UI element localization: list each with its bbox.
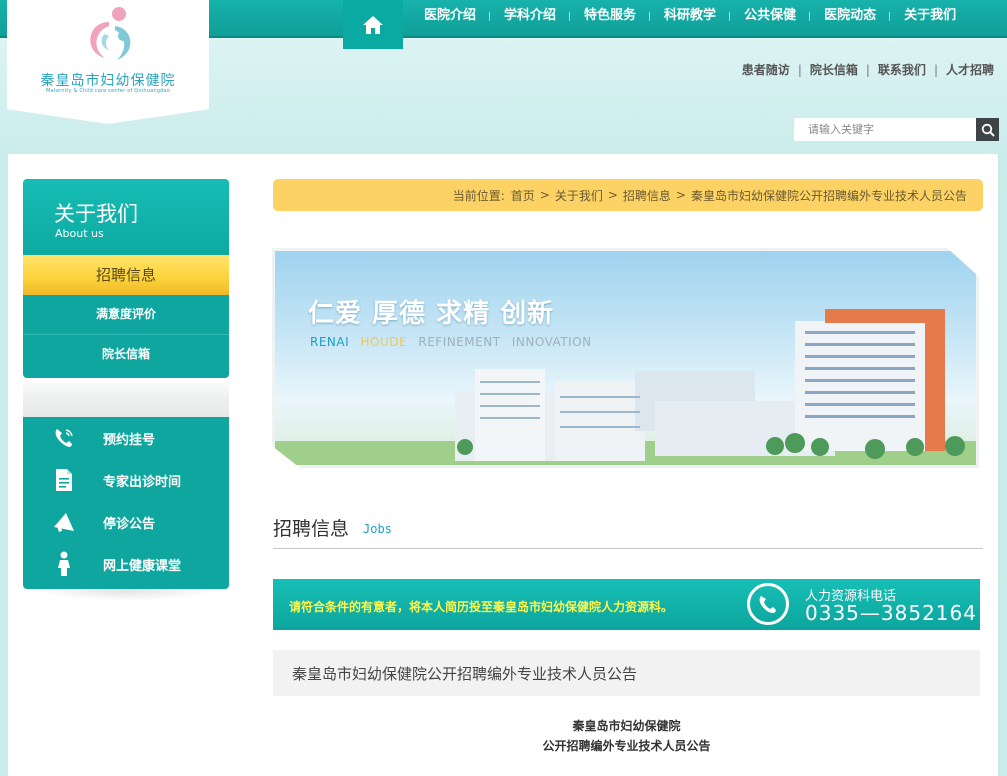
sidebar-header: 关于我们 About us xyxy=(23,179,229,255)
link-contact-us[interactable]: 联系我们 xyxy=(878,61,926,78)
breadcrumb-separator: > xyxy=(607,188,618,202)
home-icon xyxy=(363,15,383,34)
sidebar-shadow xyxy=(33,589,219,601)
quick-link-label: 预约挂号 xyxy=(103,432,156,448)
link-separator: | xyxy=(865,62,870,77)
section-divider xyxy=(273,548,983,549)
search-icon xyxy=(981,123,995,137)
sidebar-divider xyxy=(23,378,229,417)
link-patient-followup[interactable]: 患者随访 xyxy=(742,61,790,78)
banner-english-slogan: RENAI HOUDE REFINEMENT INNOVATION xyxy=(310,335,599,349)
search-input[interactable] xyxy=(794,118,976,141)
article-heading-line1: 秦皇岛市妇幼保健院 xyxy=(572,719,681,733)
phone-icon xyxy=(747,583,789,625)
sidebar-item-satisfaction[interactable]: 满意度评价 xyxy=(23,295,229,335)
banner-word-innovation: INNOVATION xyxy=(511,335,592,349)
section-subtitle: Jobs xyxy=(363,522,392,536)
nav-item-hospital-news[interactable]: 医院动态 xyxy=(809,0,890,32)
link-recruitment[interactable]: 人才招聘 xyxy=(946,61,994,78)
quick-link-suspension-notice[interactable]: 停诊公告 xyxy=(23,501,229,543)
quick-links: 预约挂号 专家出诊时间 停诊公告 网上健康课堂 xyxy=(23,417,229,589)
link-director-mailbox[interactable]: 院长信箱 xyxy=(810,61,858,78)
sidebar-item-director-mailbox[interactable]: 院长信箱 xyxy=(23,335,229,375)
notice-text: 请符合条件的有意者，将本人简历投至秦皇岛市妇幼保健院人力资源科。 xyxy=(289,600,674,614)
article-title: 秦皇岛市妇幼保健院公开招聘编外专业技术人员公告 xyxy=(292,665,638,683)
nav-item-about-us[interactable]: 关于我们 xyxy=(889,0,970,32)
logo-mark-icon xyxy=(90,7,131,60)
phone-number: 0335—3852164 xyxy=(805,601,977,625)
breadcrumb-item-home[interactable]: 首页 xyxy=(511,187,535,204)
nav-item-research-teaching[interactable]: 科研教学 xyxy=(649,0,730,32)
breadcrumb: 当前位置: 首页 > 关于我们 > 招聘信息 > 秦皇岛市妇幼保健院公开招聘编外… xyxy=(273,179,983,211)
quick-link-health-class[interactable]: 网上健康课堂 xyxy=(23,543,229,585)
breadcrumb-item-jobs[interactable]: 招聘信息 xyxy=(623,187,671,204)
breadcrumb-item-about-us[interactable]: 关于我们 xyxy=(555,187,603,204)
person-icon xyxy=(51,551,77,577)
logo-english-name: Maternity & Child care center of Qinhuan… xyxy=(46,88,170,94)
hero-banner: 仁爱 厚德 求精 创新 RENAI HOUDE REFINEMENT INNOV… xyxy=(262,240,982,472)
link-separator: | xyxy=(797,62,802,77)
logo-chinese-name: 秦皇岛市妇幼保健院 xyxy=(40,73,176,89)
contact-notice: 请符合条件的有意者，将本人简历投至秦皇岛市妇幼保健院人力资源科。 人力资源科电话… xyxy=(273,579,980,630)
search-button[interactable] xyxy=(976,118,999,141)
section-title: 招聘信息 xyxy=(273,518,350,540)
banner-word-renai: RENAI xyxy=(310,335,350,349)
sidebar-subtitle: About us xyxy=(55,227,104,240)
nav-item-departments[interactable]: 学科介绍 xyxy=(489,0,570,32)
quick-link-appointment[interactable]: 预约挂号 xyxy=(23,417,229,459)
nav-item-special-services[interactable]: 特色服务 xyxy=(569,0,650,32)
phone-icon xyxy=(51,425,77,451)
banner-word-houde: HOUDE xyxy=(360,335,408,349)
site-header: 秦皇岛市妇幼保健院 Maternity & Child care center … xyxy=(0,0,1007,160)
home-button[interactable] xyxy=(343,0,403,49)
main-nav: 医院介绍 学科介绍 特色服务 科研教学 公共保健 医院动态 关于我们 xyxy=(410,0,970,32)
site-logo[interactable]: 秦皇岛市妇幼保健院 Maternity & Child care center … xyxy=(7,0,209,124)
document-icon xyxy=(51,467,77,493)
quick-link-label: 停诊公告 xyxy=(103,516,156,532)
secondary-links: 患者随访 | 院长信箱 | 联系我们 | 人才招聘 xyxy=(742,61,994,78)
banner-image: 仁爱 厚德 求精 创新 RENAI HOUDE REFINEMENT INNOV… xyxy=(272,248,979,468)
breadcrumb-separator: > xyxy=(675,188,686,202)
sidebar-title: 关于我们 xyxy=(54,202,138,226)
breadcrumb-prefix: 当前位置: xyxy=(452,188,505,203)
breadcrumb-separator: > xyxy=(539,188,550,202)
article-heading-line2: 公开招聘编外专业技术人员公告 xyxy=(542,739,711,753)
link-separator: | xyxy=(933,62,938,77)
breadcrumb-item-current[interactable]: 秦皇岛市妇幼保健院公开招聘编外专业技术人员公告 xyxy=(691,187,967,204)
quick-link-label: 专家出诊时间 xyxy=(103,474,182,490)
article-title-box: 秦皇岛市妇幼保健院公开招聘编外专业技术人员公告 xyxy=(273,650,980,696)
banner-slogan: 仁爱 厚德 求精 创新 xyxy=(308,299,555,329)
sidebar-sub-list: 满意度评价 院长信箱 xyxy=(23,295,229,378)
quick-link-label: 网上健康课堂 xyxy=(103,558,182,574)
nav-item-public-health[interactable]: 公共保健 xyxy=(729,0,810,32)
megaphone-icon xyxy=(51,509,77,535)
hospital-buildings-illustration xyxy=(275,309,976,465)
nav-item-hospital-intro[interactable]: 医院介绍 xyxy=(410,0,490,32)
quick-link-expert-schedule[interactable]: 专家出诊时间 xyxy=(23,459,229,501)
banner-word-refinement: REFINEMENT xyxy=(418,335,501,349)
sidebar-item-jobs[interactable]: 招聘信息 xyxy=(23,255,229,295)
